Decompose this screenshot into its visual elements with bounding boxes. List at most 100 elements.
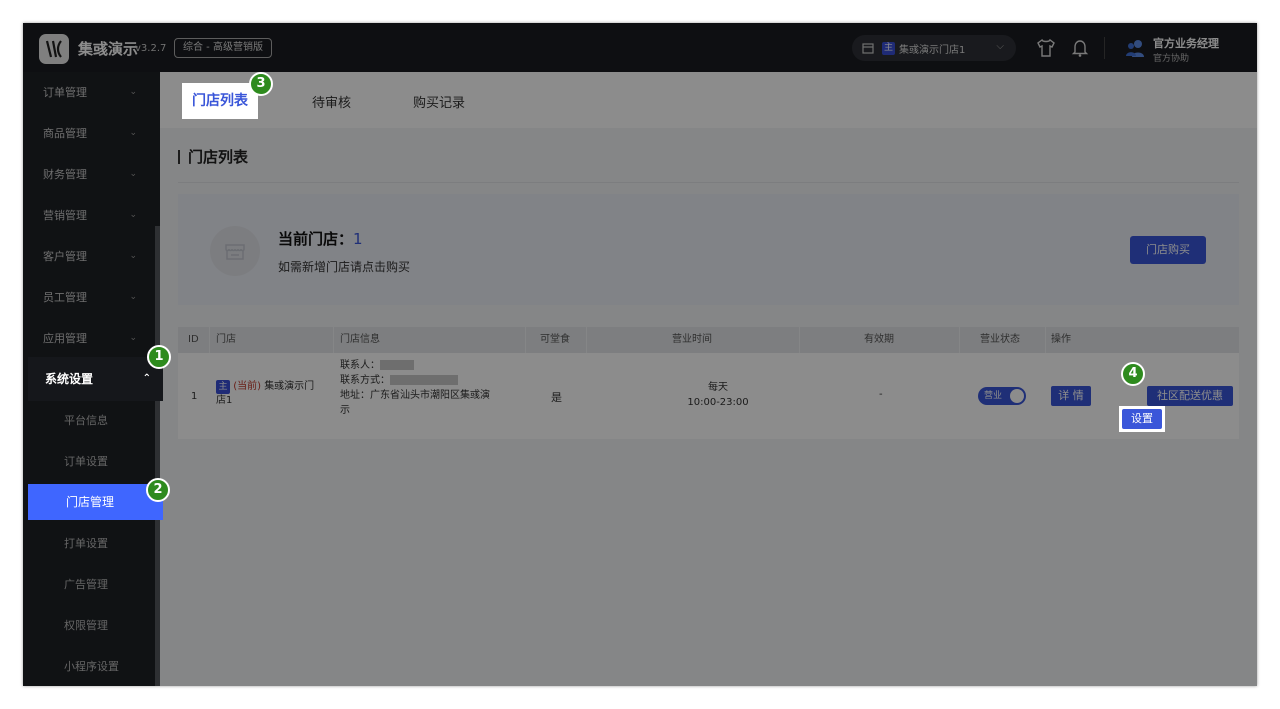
divider: [525, 327, 526, 353]
divider: [586, 327, 587, 353]
purchase-hint: 如需新增门店请点击购买: [278, 260, 411, 274]
chevron-down-icon: ⌵: [996, 41, 1004, 52]
sidebar-sub-store-management[interactable]: 门店管理: [28, 484, 163, 520]
sidebar-item-label: 商品管理: [43, 127, 87, 140]
column-header: 可堂食: [540, 334, 570, 345]
store-id: 1: [191, 391, 198, 402]
tab-bar: 待审核 购买记录: [160, 72, 1257, 128]
sidebar-sub-platform-info[interactable]: 平台信息: [23, 400, 155, 441]
sidebar-item-orders[interactable]: 订单管理 ⌄: [23, 72, 155, 113]
current-store-text: 当前门店：: [278, 230, 354, 248]
page-title-text: 门店列表: [188, 148, 249, 166]
title-accent-bar: [178, 150, 180, 164]
sidebar-sub-miniprogram[interactable]: 小程序设置: [23, 646, 155, 686]
divider: [799, 327, 800, 353]
tab-purchase-records[interactable]: 购买记录: [413, 92, 465, 111]
table-row: 1 主 (当前) 集彧演示门 店1 联系人： 联系方式： 地址：广东省汕头市潮阳…: [178, 353, 1239, 439]
divider: [209, 327, 210, 353]
buy-store-button[interactable]: 门店购买: [1130, 236, 1206, 264]
store-selector[interactable]: 主 集彧演示门店1 ⌵: [852, 35, 1016, 61]
main-store-badge: 主: [216, 380, 230, 394]
sidebar-item-products[interactable]: 商品管理 ⌄: [23, 113, 155, 154]
shirt-icon[interactable]: [1035, 37, 1057, 59]
step-marker: 3: [249, 72, 273, 96]
chevron-down-icon: ⌄: [129, 292, 137, 302]
sidebar-sub-permissions[interactable]: 权限管理: [23, 605, 155, 646]
tab-store-list[interactable]: 门店列表: [182, 83, 258, 119]
detail-button[interactable]: 详 情: [1051, 386, 1091, 406]
brand-logo-icon: [39, 34, 69, 64]
sidebar-item-label: 客户管理: [43, 250, 87, 263]
current-store-card: 当前门店：1 如需新增门店请点击购买 门店购买: [178, 194, 1239, 305]
toggle-label: 营业: [984, 391, 1003, 401]
sidebar-item-marketing[interactable]: 营销管理 ⌄: [23, 195, 155, 236]
dine-in-value: 是: [551, 391, 562, 404]
divider: [1104, 37, 1105, 59]
column-header: 门店信息: [340, 334, 380, 345]
user-role: 官方协助: [1153, 54, 1190, 64]
business-status-toggle[interactable]: 营业: [978, 387, 1026, 405]
column-header: ID: [188, 334, 199, 345]
phone-label: 联系方式：: [340, 375, 390, 386]
store-name: 店1: [216, 395, 233, 406]
sidebar-item-label: 员工管理: [43, 291, 87, 304]
chevron-down-icon: ⌄: [129, 87, 137, 97]
column-header: 营业时间: [672, 334, 712, 345]
version-label: v3.2.7: [135, 43, 167, 54]
column-header: 有效期: [864, 334, 894, 345]
tab-pending-review[interactable]: 待审核: [312, 92, 351, 111]
store-name: 集彧演示门: [264, 381, 315, 392]
sidebar-item-finance[interactable]: 财务管理 ⌄: [23, 154, 155, 195]
hours-days: 每天: [708, 382, 728, 393]
current-store-count: 1: [353, 230, 363, 248]
store-info-cell: 联系人： 联系方式： 地址：广东省汕头市潮阳区集彧演 示: [340, 358, 520, 418]
table-header: ID 门店 门店信息 可堂食 营业时间 有效期 营业状态 操作: [178, 327, 1239, 353]
community-delivery-discount-button[interactable]: 社区配送优惠: [1147, 386, 1233, 406]
sidebar-sub-print-settings[interactable]: 打单设置: [23, 523, 155, 564]
current-store-label: 当前门店：1: [278, 228, 363, 249]
sidebar-item-label: 财务管理: [43, 168, 87, 181]
chevron-down-icon: ⌄: [129, 128, 137, 138]
step-marker: 2: [146, 478, 170, 502]
chevron-down-icon: ⌄: [129, 169, 137, 179]
sidebar-item-label: 订单管理: [43, 86, 87, 99]
step-marker: 4: [1121, 362, 1145, 386]
chevron-down-icon: ⌄: [129, 333, 137, 343]
sidebar-sub-ads[interactable]: 广告管理: [23, 564, 155, 605]
sidebar-item-staff[interactable]: 员工管理 ⌄: [23, 277, 155, 318]
divider: [333, 327, 334, 353]
sidebar-item-customers[interactable]: 客户管理 ⌄: [23, 236, 155, 277]
redacted-contact: [380, 360, 414, 370]
redacted-phone: [390, 375, 458, 385]
contact-label: 联系人：: [340, 360, 380, 371]
sidebar-item-system-settings[interactable]: 系统设置 ⌃: [28, 357, 163, 401]
store-selector-label: 集彧演示门店1: [899, 44, 966, 56]
address-text: 示: [340, 405, 350, 416]
divider: [959, 327, 960, 353]
divider: [178, 182, 1239, 183]
chevron-down-icon: ⌄: [129, 251, 137, 261]
bell-icon[interactable]: [1069, 37, 1091, 59]
address-text: 地址：广东省汕头市潮阳区集彧演: [340, 390, 490, 401]
toggle-knob: [1010, 389, 1024, 403]
column-header: 门店: [216, 334, 236, 345]
divider: [1045, 327, 1046, 353]
current-store-tag: (当前): [233, 381, 261, 392]
settings-button[interactable]: 设置: [1122, 409, 1162, 429]
sidebar-item-apps[interactable]: 应用管理 ⌄: [23, 318, 155, 359]
sidebar-sub-order-settings[interactable]: 订单设置: [23, 441, 155, 482]
hours-time: 10:00-23:00: [687, 397, 749, 408]
user-avatar-icon[interactable]: [1124, 37, 1146, 59]
sidebar-scrollbar[interactable]: [155, 226, 160, 686]
page-title: 门店列表: [178, 146, 248, 167]
store-name-cell: 主 (当前) 集彧演示门 店1: [216, 380, 328, 408]
top-bar: 集彧演示 v3.2.7 综合 - 高级营销版 主 集彧演示门店1 ⌵ 官方业务经…: [23, 23, 1257, 72]
user-name[interactable]: 官方业务经理: [1153, 35, 1219, 51]
validity-value: -: [879, 389, 883, 400]
edition-badge[interactable]: 综合 - 高级营销版: [174, 38, 272, 58]
settings-button-highlight: 设置: [1119, 406, 1165, 432]
column-header: 营业状态: [980, 334, 1020, 345]
step-marker: 1: [147, 345, 171, 369]
store-icon: [210, 226, 260, 276]
store-icon: [862, 43, 874, 54]
